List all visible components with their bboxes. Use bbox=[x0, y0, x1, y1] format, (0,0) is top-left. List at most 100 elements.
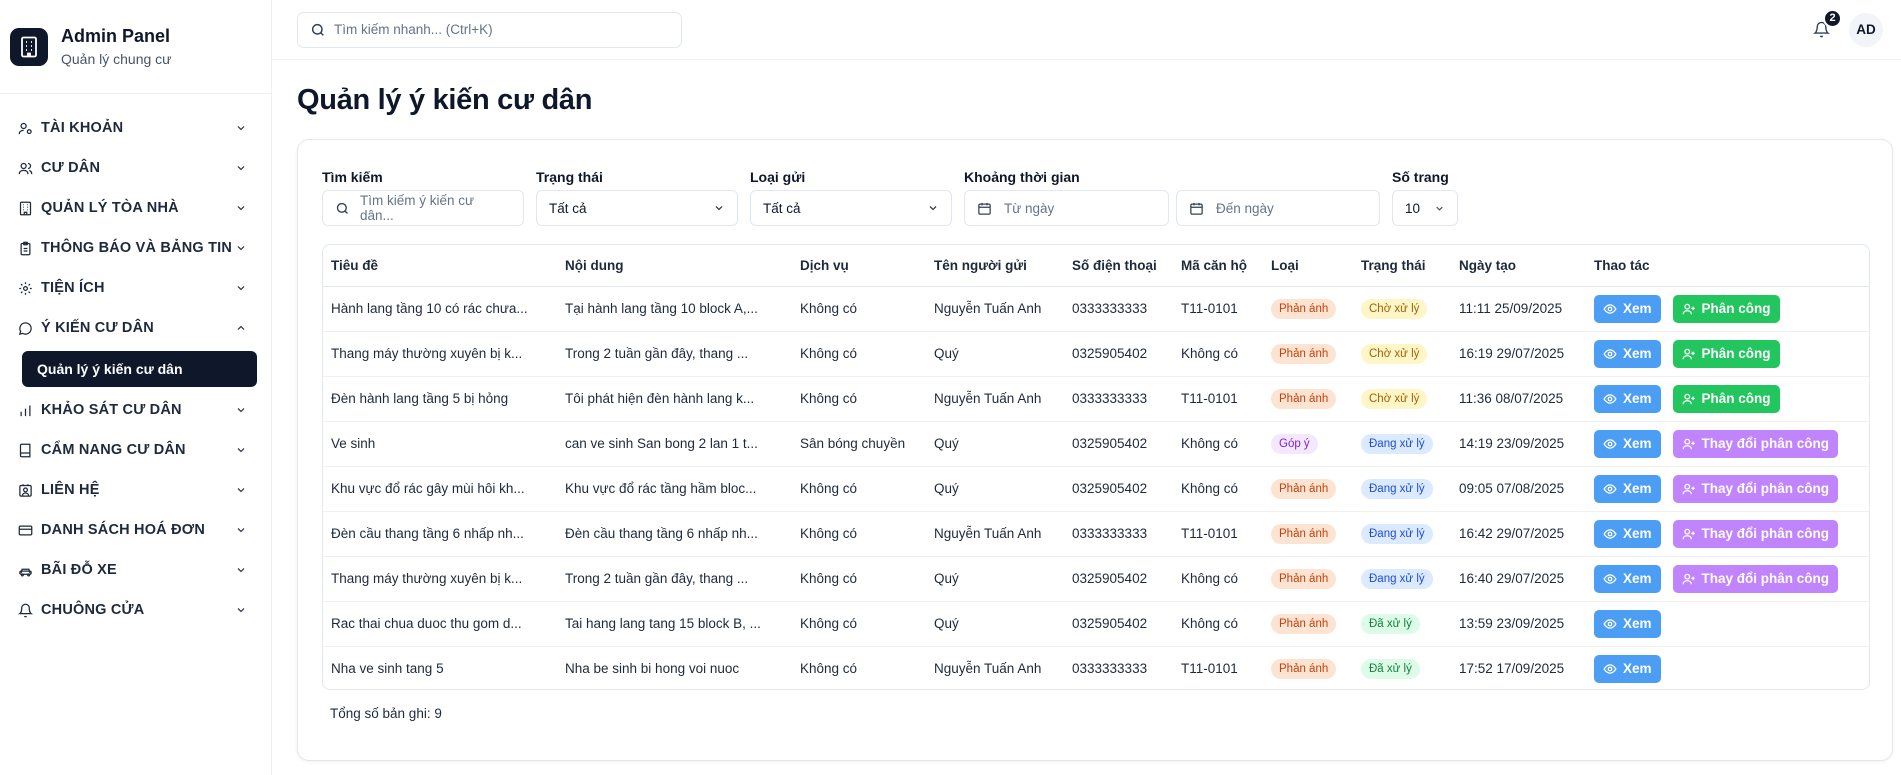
sidebar-item-label: LIÊN HỆ bbox=[41, 482, 100, 498]
calendar-icon bbox=[978, 202, 991, 215]
date-range-label: Khoảng thời gian bbox=[964, 169, 1080, 185]
view-button-label: Xem bbox=[1623, 301, 1652, 316]
cell-status: Chờ xử lý bbox=[1353, 286, 1451, 332]
sidebar-item-5[interactable]: Ý KIẾN CƯ DÂN bbox=[0, 308, 271, 348]
status-select[interactable]: Tất cả bbox=[536, 190, 738, 226]
sidebar-item-6[interactable]: KHẢO SÁT CƯ DÂN bbox=[0, 390, 271, 430]
avatar[interactable]: AD bbox=[1849, 12, 1883, 47]
reassign-button[interactable]: Thay đổi phân công bbox=[1672, 474, 1839, 503]
column-header: Dịch vụ bbox=[792, 245, 926, 287]
status-select-value: Tất cả bbox=[549, 200, 587, 216]
feedback-card: Tìm kiếm Tìm kiếm ý kiến cư dân... Trạng… bbox=[297, 139, 1893, 761]
cell-phone: 0325905402 bbox=[1064, 556, 1173, 602]
cell-service: Không có bbox=[792, 601, 926, 647]
filter-bar: Tìm kiếm Tìm kiếm ý kiến cư dân... Trạng… bbox=[322, 169, 1868, 229]
credit-card-icon bbox=[17, 522, 33, 538]
sidebar-item-1[interactable]: CƯ DÂN bbox=[0, 148, 271, 188]
cell-content: Tai hang lang tang 15 block B, ... bbox=[557, 601, 792, 647]
gear-icon bbox=[17, 280, 33, 296]
cell-status: Chờ xử lý bbox=[1353, 376, 1451, 422]
quick-search[interactable] bbox=[297, 11, 682, 48]
cell-service: Không có bbox=[800, 661, 858, 677]
sidebar-item-3[interactable]: THÔNG BÁO VÀ BẢNG TIN bbox=[0, 228, 271, 268]
sidebar-item-7[interactable]: CẨM NANG CƯ DÂN bbox=[0, 430, 271, 470]
sidebar-item-11[interactable]: CHUÔNG CỬA bbox=[0, 590, 271, 630]
sidebar-item-label: CHUÔNG CỬA bbox=[41, 602, 145, 618]
cell-phone: 0333333333 bbox=[1064, 376, 1173, 422]
type-select[interactable]: Tất cả bbox=[750, 190, 952, 226]
cell-title: Nha ve sinh tang 5 bbox=[331, 661, 444, 677]
sidebar-item-label: TIỆN ÍCH bbox=[41, 280, 105, 296]
view-button[interactable]: Xem bbox=[1594, 654, 1661, 683]
cell-apt: Không có bbox=[1173, 331, 1263, 377]
to-date-input[interactable]: Đến ngày bbox=[1176, 190, 1380, 226]
type-select-value: Tất cả bbox=[763, 200, 801, 216]
brand: Admin Panel Quản lý chung cư bbox=[0, 0, 271, 94]
cell-apt: Không có bbox=[1173, 421, 1263, 467]
assign-button[interactable]: Phân công bbox=[1672, 339, 1780, 368]
view-button-label: Xem bbox=[1623, 526, 1652, 541]
cell-type: Góp ý bbox=[1263, 421, 1353, 467]
cell-status: Đang xử lý bbox=[1353, 556, 1451, 602]
from-date-input[interactable]: Từ ngày bbox=[964, 190, 1169, 226]
cell-actions: Xem Thay đổi phân công bbox=[1586, 556, 1869, 602]
sidebar-item-8[interactable]: LIÊN HỆ bbox=[0, 470, 271, 510]
type-badge: Phản ánh bbox=[1271, 388, 1337, 409]
sidebar-item-10[interactable]: BÃI ĐỖ XE bbox=[0, 550, 271, 590]
feedback-table: Tiêu đề Nội dung Dịch vụ Tên người gửi Số đi… bbox=[322, 244, 1870, 690]
search-icon bbox=[311, 23, 324, 36]
view-button[interactable]: Xem bbox=[1594, 429, 1661, 458]
cell-title: Thang máy thường xuyên bị k... bbox=[323, 331, 557, 377]
sidebar-subitem-active[interactable]: Quản lý ý kiến cư dân bbox=[22, 351, 257, 387]
view-button[interactable]: Xem bbox=[1594, 474, 1661, 503]
user-plus-icon bbox=[1682, 483, 1695, 494]
user-plus-icon bbox=[1682, 348, 1695, 359]
status-badge: Đã xử lý bbox=[1361, 658, 1420, 679]
page-size-select[interactable]: 10 bbox=[1392, 190, 1458, 226]
view-button[interactable]: Xem bbox=[1594, 294, 1661, 323]
view-button[interactable]: Xem bbox=[1594, 609, 1661, 638]
cell-created: 16:40 29/07/2025 bbox=[1451, 556, 1586, 602]
eye-icon bbox=[1603, 483, 1617, 494]
quick-search-input[interactable] bbox=[334, 22, 664, 37]
view-button[interactable]: Xem bbox=[1594, 564, 1661, 593]
cell-service: Không có bbox=[792, 556, 926, 602]
cell-service: Sân bóng chuyền bbox=[792, 421, 926, 467]
reassign-button[interactable]: Thay đổi phân công bbox=[1672, 519, 1839, 548]
table-row: Ve sinh can ve sinh San bong 2 lan 1 t...… bbox=[323, 421, 1869, 467]
view-button-label: Xem bbox=[1623, 571, 1652, 586]
assign-button[interactable]: Phân công bbox=[1672, 384, 1780, 413]
chevron-up-icon bbox=[237, 325, 245, 330]
notification-button[interactable]: 2 bbox=[1806, 8, 1842, 45]
cell-type: Phản ánh bbox=[1263, 511, 1353, 557]
column-header: Nội dung bbox=[557, 245, 792, 287]
reassign-button-label: Thay đổi phân công bbox=[1701, 481, 1830, 496]
user-plus-icon bbox=[1682, 438, 1695, 449]
reassign-button[interactable]: Thay đổi phân công bbox=[1672, 429, 1839, 458]
sidebar-item-2[interactable]: QUẢN LÝ TÒA NHÀ bbox=[0, 188, 271, 228]
view-button[interactable]: Xem bbox=[1594, 339, 1661, 368]
table-row: Thang máy thường xuyên bị k... Trong 2 tu… bbox=[323, 556, 1869, 602]
cell-actions: Xem bbox=[1586, 601, 1869, 647]
sidebar-item-0[interactable]: TÀI KHOẢN bbox=[0, 108, 271, 148]
cell-service: Không có bbox=[792, 376, 926, 422]
assign-button[interactable]: Phân công bbox=[1672, 294, 1780, 323]
reassign-button[interactable]: Thay đổi phân công bbox=[1672, 564, 1839, 593]
sidebar-item-4[interactable]: TIỆN ÍCH bbox=[0, 268, 271, 308]
status-badge: Chờ xử lý bbox=[1361, 298, 1428, 319]
column-header: Mã căn hộ bbox=[1173, 245, 1263, 287]
sidebar-item-9[interactable]: DANH SÁCH HOÁ ĐƠN bbox=[0, 510, 271, 550]
type-badge: Góp ý bbox=[1271, 433, 1318, 454]
column-header: Loại bbox=[1263, 245, 1353, 287]
chevron-down-icon bbox=[237, 166, 245, 171]
chevron-down-icon bbox=[237, 528, 245, 533]
building-icon bbox=[17, 200, 33, 216]
table-row: Nha ve sinh tang 5 Nha be sinh bi hong vo… bbox=[323, 646, 1869, 689]
notification-badge: 2 bbox=[1823, 8, 1842, 28]
feedback-search-input[interactable]: Tìm kiếm ý kiến cư dân... bbox=[322, 190, 524, 226]
cell-phone: 0325905402 bbox=[1064, 421, 1173, 467]
view-button[interactable]: Xem bbox=[1594, 384, 1661, 413]
reassign-button-label: Thay đổi phân công bbox=[1701, 571, 1830, 586]
cell-sender: Quý bbox=[926, 601, 1064, 647]
view-button[interactable]: Xem bbox=[1594, 519, 1661, 548]
